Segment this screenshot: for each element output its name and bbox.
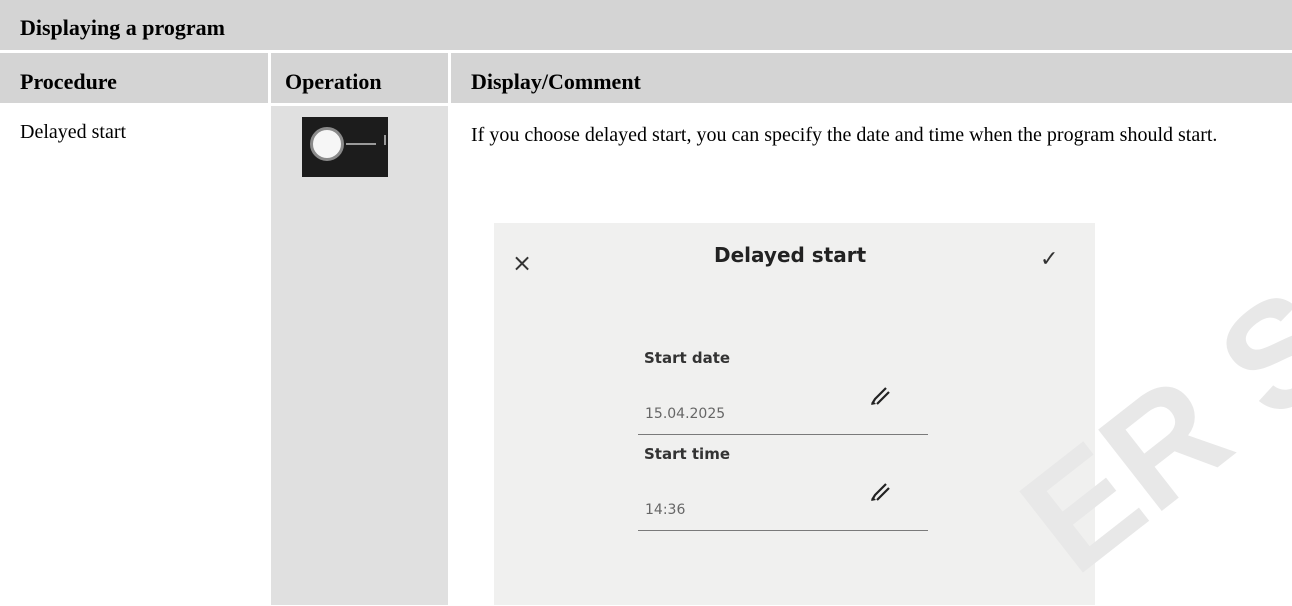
procedure-text: Delayed start: [20, 121, 127, 143]
start-date-underline: [638, 434, 928, 435]
pencil-edit-icon[interactable]: [867, 479, 893, 505]
header-display-comment: Display/Comment: [451, 53, 1292, 103]
procedure-cell: Delayed start: [0, 106, 268, 605]
confirm-icon[interactable]: ✓: [1040, 249, 1058, 271]
header-operation-label: Operation: [285, 69, 382, 94]
delayed-start-toggle-icon: [302, 117, 388, 177]
header-procedure-label: Procedure: [20, 69, 117, 94]
header-operation: Operation: [271, 53, 448, 103]
comment-text: If you choose delayed start, you can spe…: [471, 124, 1218, 146]
start-time-underline: [638, 530, 928, 531]
toggle-tick: [384, 135, 386, 145]
dialog-title: Delayed start: [714, 243, 867, 267]
start-time-value[interactable]: 14:36: [645, 502, 685, 518]
toggle-knob: [310, 127, 344, 161]
close-icon[interactable]: ×: [512, 251, 532, 275]
start-time-label: Start time: [644, 445, 731, 463]
operation-cell: [271, 106, 448, 605]
start-date-label: Start date: [644, 349, 731, 367]
toggle-track: [346, 143, 376, 145]
pencil-edit-icon[interactable]: [867, 383, 893, 409]
section-title-bar: Displaying a program: [0, 0, 1292, 50]
header-procedure: Procedure: [0, 53, 268, 103]
section-title: Displaying a program: [20, 15, 225, 40]
start-date-value[interactable]: 15.04.2025: [645, 406, 725, 422]
display-comment-cell: If you choose delayed start, you can spe…: [451, 106, 1292, 605]
delayed-start-dialog: × Delayed start ✓ Start date 15.04.2025 …: [494, 223, 1095, 605]
header-display-comment-label: Display/Comment: [471, 69, 641, 94]
